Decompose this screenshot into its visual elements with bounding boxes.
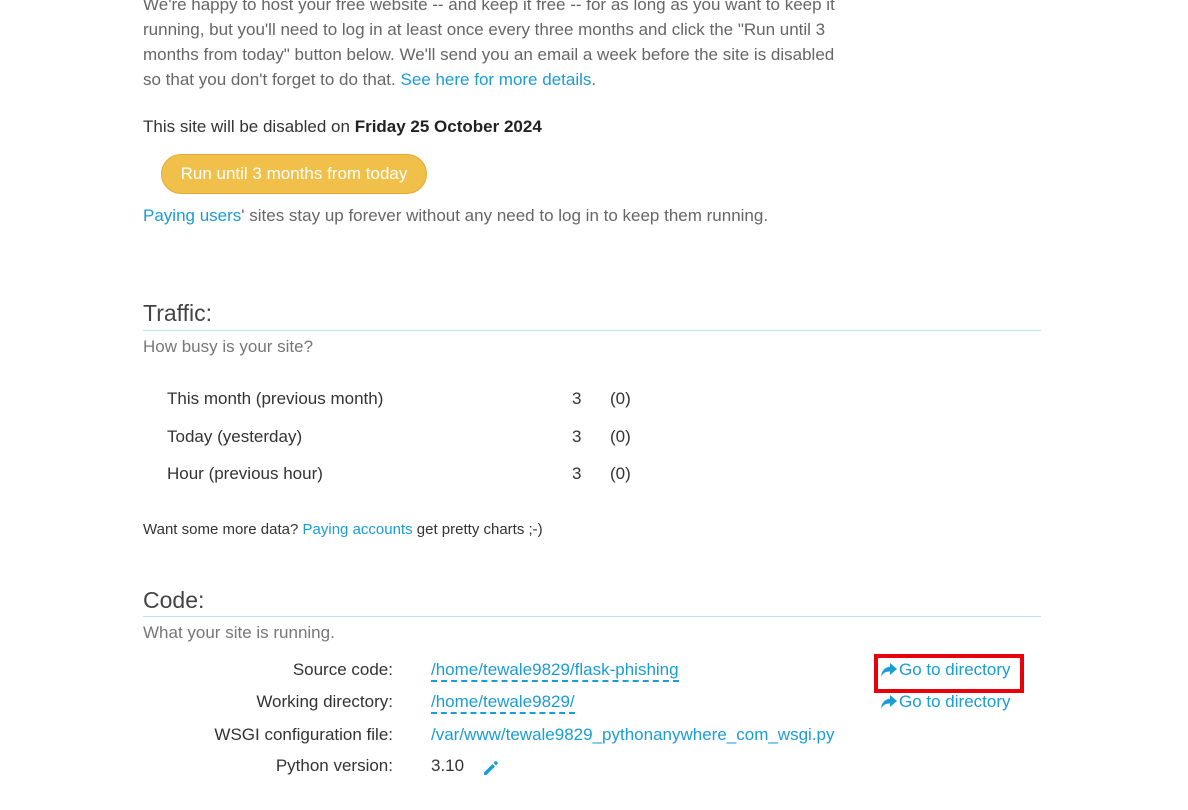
code-title: Code: <box>143 587 205 613</box>
paying-users-link[interactable]: Paying users <box>143 206 241 225</box>
traffic-divider <box>143 330 1041 331</box>
more-data-suffix: get pretty charts ;-) <box>416 521 543 538</box>
python-version-value: 3.10 <box>431 756 465 775</box>
go-to-directory-label: Go to directory <box>899 692 1011 711</box>
notice-period: . <box>591 70 597 89</box>
details-link[interactable]: See here for more details <box>401 70 592 89</box>
traffic-row-hour: Hour (previous hour) 3 (0) <box>0 464 1188 488</box>
traffic-count: 3 <box>572 464 582 483</box>
python-version-row: Python version: 3.10 <box>0 756 1188 782</box>
traffic-previous: (0) <box>610 464 631 483</box>
code-subtitle: What your site is running. <box>143 623 335 642</box>
paying-users-text: ' sites stay up forever without any need… <box>241 206 769 225</box>
more-data-note: Want some more data? Paying accounts get… <box>143 521 543 538</box>
traffic-previous: (0) <box>610 427 631 446</box>
wsgi-file-row: WSGI configuration file: /var/www/tewale… <box>0 725 1188 751</box>
working-directory-label: Working directory: <box>256 692 393 711</box>
go-to-working-directory-link[interactable]: Go to directory <box>880 692 1011 712</box>
paying-users-note: Paying users' sites stay up forever with… <box>143 206 768 226</box>
disable-date: Friday 25 October 2024 <box>354 117 542 136</box>
source-code-label: Source code: <box>292 660 393 679</box>
python-version-label: Python version: <box>275 756 393 775</box>
code-divider <box>143 616 1041 617</box>
traffic-label: Hour (previous hour) <box>167 464 323 483</box>
highlight-box <box>874 654 1024 693</box>
wsgi-file-link[interactable]: /var/www/tewale9829_pythonanywhere_com_w… <box>431 725 835 744</box>
disable-date-line: This site will be disabled on Friday 25 … <box>143 117 542 137</box>
disable-prefix: This site will be disabled on <box>143 117 350 136</box>
share-arrow-icon <box>881 695 897 709</box>
traffic-label: This month (previous month) <box>167 389 384 408</box>
traffic-row-month: This month (previous month) 3 (0) <box>0 389 1188 413</box>
free-hosting-notice: We're happy to host your free website --… <box>143 0 848 92</box>
working-directory-row: Working directory: /home/tewale9829/ Go … <box>0 692 1188 718</box>
more-data-prefix: Want some more data? <box>143 521 299 538</box>
traffic-label: Today (yesterday) <box>167 427 303 446</box>
working-directory-path[interactable]: /home/tewale9829/ <box>431 692 575 714</box>
traffic-row-today: Today (yesterday) 3 (0) <box>0 427 1188 451</box>
run-until-3-months-button[interactable]: Run until 3 months from today <box>161 154 427 194</box>
traffic-subtitle: How busy is your site? <box>143 337 314 356</box>
pencil-icon[interactable] <box>481 758 501 778</box>
traffic-count: 3 <box>572 389 582 408</box>
wsgi-file-label: WSGI configuration file: <box>214 725 393 744</box>
paying-accounts-link[interactable]: Paying accounts <box>303 521 413 538</box>
traffic-title: Traffic: <box>143 300 213 326</box>
traffic-count: 3 <box>572 427 582 446</box>
source-code-path[interactable]: /home/tewale9829/flask-phishing <box>431 660 679 682</box>
traffic-previous: (0) <box>610 389 631 408</box>
